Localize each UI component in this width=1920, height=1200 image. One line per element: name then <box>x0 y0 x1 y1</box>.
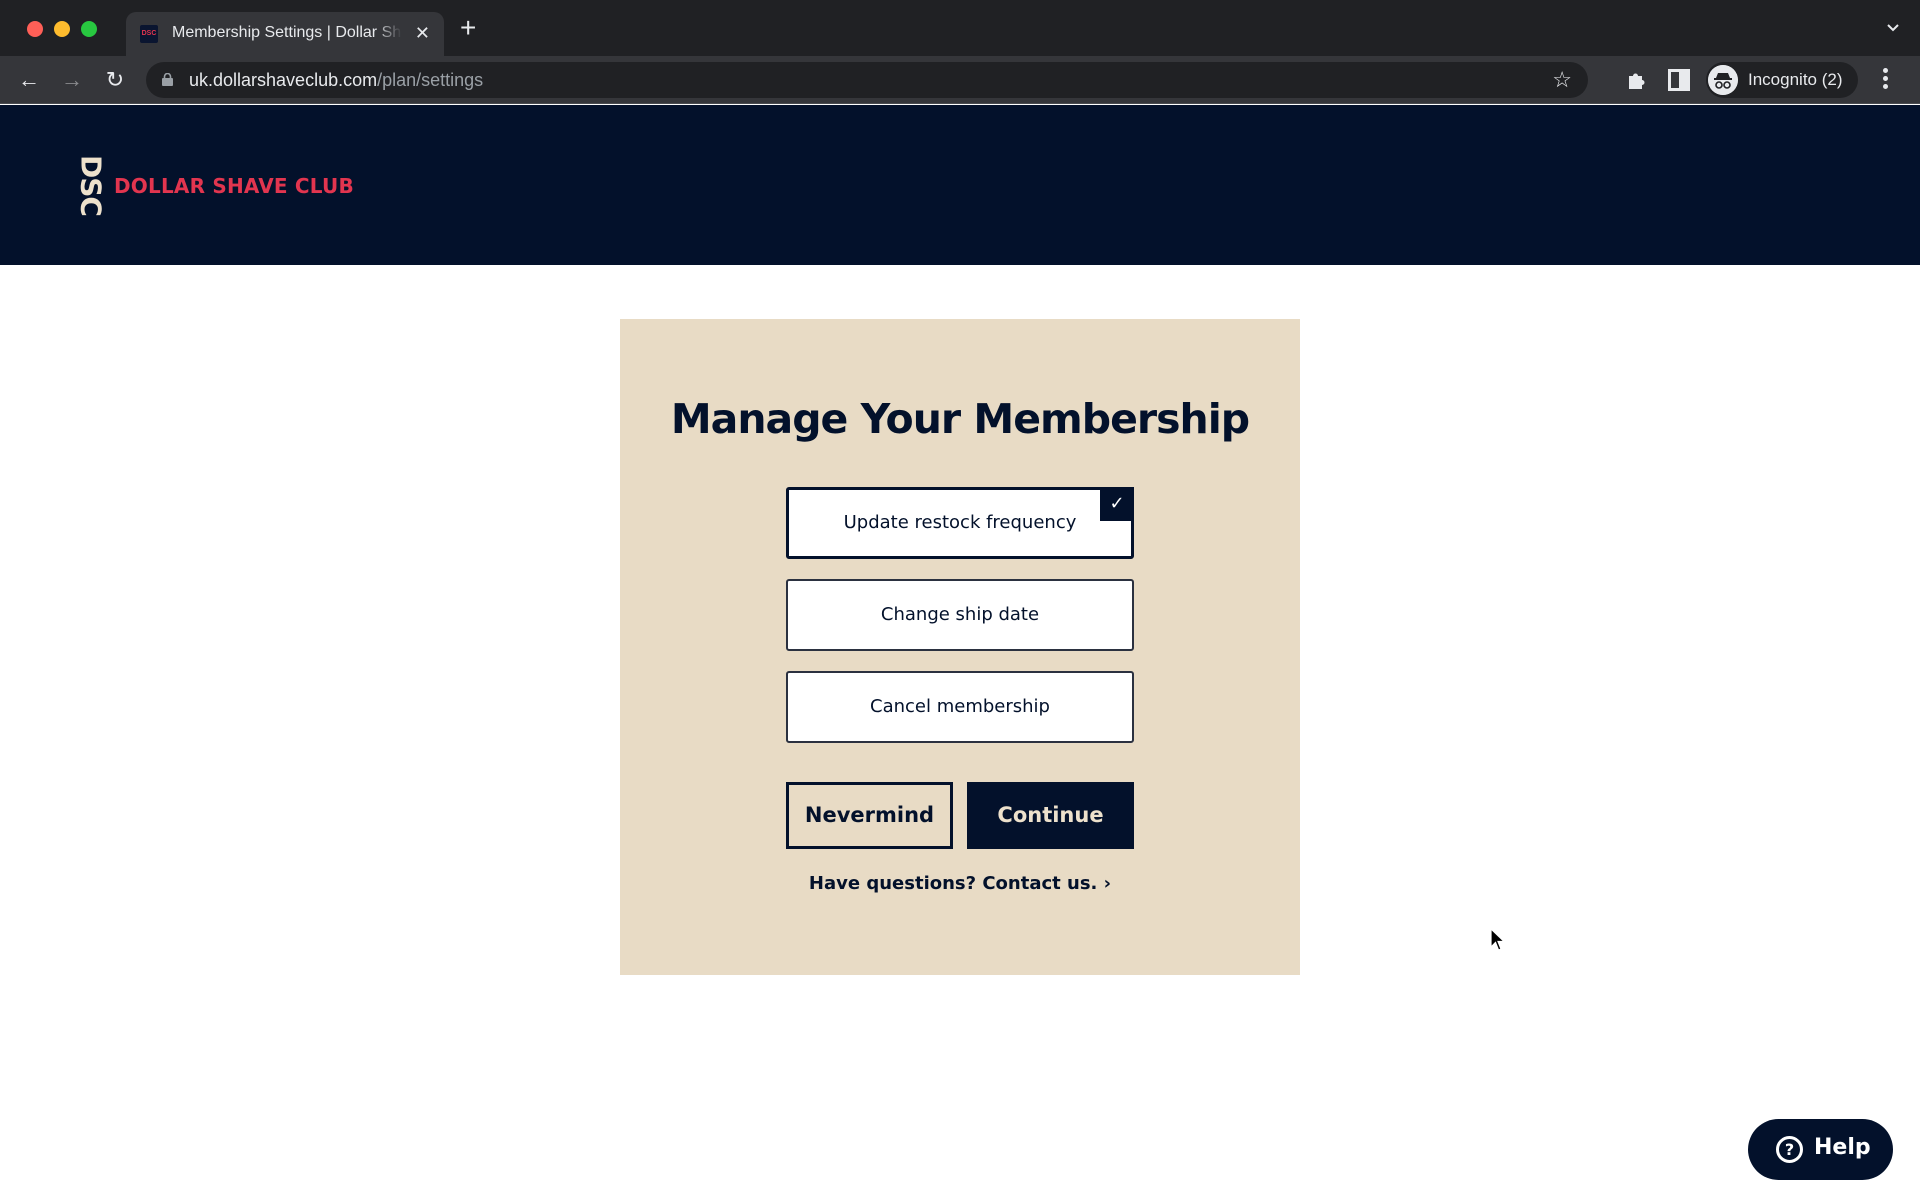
question-circle-icon: ? <box>1776 1136 1803 1163</box>
close-tab-icon[interactable]: ✕ <box>415 22 430 44</box>
checkmark-icon: ✓ <box>1100 487 1134 521</box>
maximize-window-button[interactable] <box>81 21 97 37</box>
option-update-restock-frequency[interactable]: Update restock frequency ✓ <box>786 487 1134 559</box>
incognito-icon <box>1708 65 1738 95</box>
dsc-logo-mark[interactable]: DSC <box>62 155 120 216</box>
browser-tab-bar: DSC Membership Settings | Dollar Shave C… <box>0 0 1920 56</box>
mouse-cursor-icon <box>1490 928 1506 951</box>
profile-label: Incognito (2) <box>1748 70 1843 89</box>
side-panel-icon[interactable] <box>1668 69 1690 91</box>
back-button[interactable]: ← <box>17 68 41 92</box>
option-label: Cancel membership <box>870 696 1050 717</box>
forward-button[interactable]: → <box>60 68 84 92</box>
extensions-puzzle-icon[interactable] <box>1625 68 1649 92</box>
help-button[interactable]: ? Help <box>1748 1119 1893 1180</box>
browser-tab[interactable]: DSC Membership Settings | Dollar Shave C… <box>126 12 444 56</box>
minimize-window-button[interactable] <box>54 21 70 37</box>
lock-icon <box>162 73 173 86</box>
incognito-profile-button[interactable]: Incognito (2) <box>1706 62 1858 98</box>
chevron-down-icon[interactable] <box>1886 20 1900 34</box>
continue-button[interactable]: Continue <box>967 782 1134 849</box>
option-label: Change ship date <box>880 604 1040 625</box>
close-window-button[interactable] <box>27 21 43 37</box>
contact-us-link[interactable]: Have questions? Contact us. › <box>620 873 1300 894</box>
help-label: Help <box>1814 1135 1871 1160</box>
option-cancel-membership[interactable]: Cancel membership <box>786 671 1134 743</box>
site-header: DSC DOLLAR SHAVE CLUB <box>0 105 1920 265</box>
favicon-icon: DSC <box>140 25 158 43</box>
browser-toolbar: ← → ↻ uk.dollarshaveclub.com/plan/settin… <box>0 56 1920 104</box>
bookmark-star-icon[interactable]: ☆ <box>1552 68 1572 92</box>
tab-title: Membership Settings | Dollar Shave Club <box>172 24 402 41</box>
manage-membership-card: Manage Your Membership Update restock fr… <box>620 319 1300 975</box>
new-tab-button[interactable]: + <box>460 14 476 42</box>
nevermind-button[interactable]: Nevermind <box>786 782 953 849</box>
logo-mark-text: DSC <box>74 155 108 216</box>
url-host: uk.dollarshaveclub.com <box>189 70 378 90</box>
url-text: uk.dollarshaveclub.com/plan/settings <box>189 70 483 91</box>
logo-wordmark[interactable]: DOLLAR SHAVE CLUB <box>114 174 354 198</box>
url-path: /plan/settings <box>377 70 484 90</box>
page-title: Manage Your Membership <box>670 395 1250 443</box>
option-change-ship-date[interactable]: Change ship date <box>786 579 1134 651</box>
option-label: Update restock frequency <box>843 512 1077 533</box>
address-bar[interactable]: uk.dollarshaveclub.com/plan/settings ☆ <box>146 62 1588 98</box>
browser-menu-icon[interactable] <box>1882 68 1888 92</box>
reload-button[interactable]: ↻ <box>103 68 127 92</box>
